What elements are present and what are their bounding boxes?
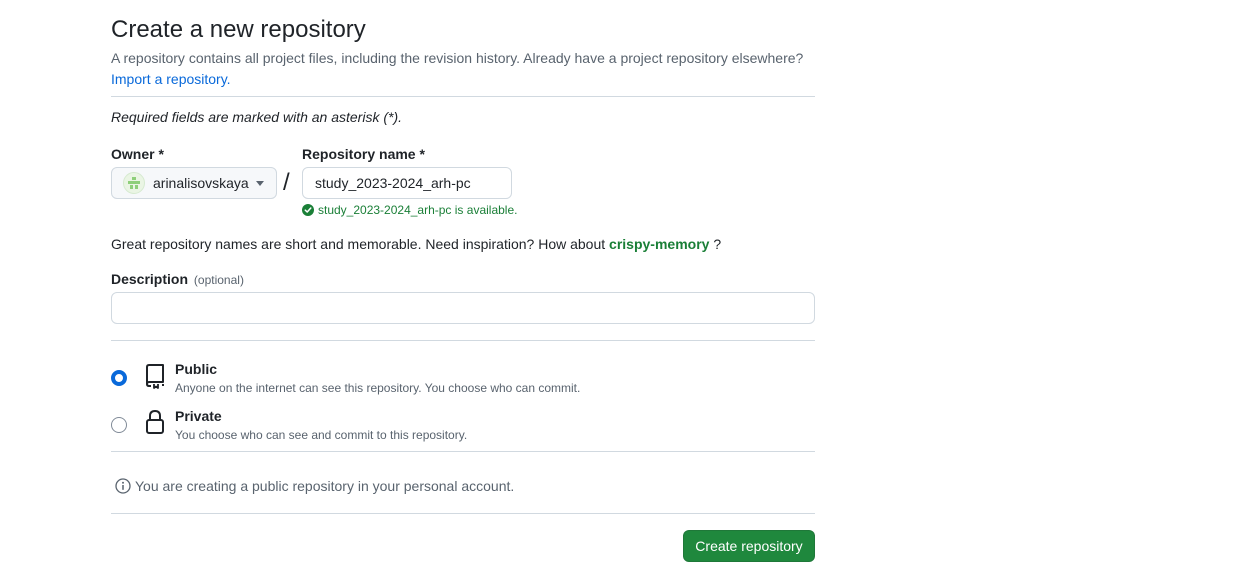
check-circle-icon xyxy=(302,204,314,216)
inspiration-prefix: Great repository names are short and mem… xyxy=(111,236,606,252)
availability-message: study_2023-2024_arh-pc is available. xyxy=(302,203,517,217)
description-input[interactable] xyxy=(111,292,815,324)
visibility-info: You are creating a public repository in … xyxy=(115,478,514,494)
suggested-name-link[interactable]: crispy-memory xyxy=(609,236,709,252)
subtitle-text: A repository contains all project files,… xyxy=(111,50,804,66)
import-repository-link[interactable]: Import a repository. xyxy=(111,71,231,87)
inspiration-suffix: ? xyxy=(713,236,722,252)
private-description: You choose who can see and commit to thi… xyxy=(175,428,468,442)
avatar xyxy=(123,172,145,194)
divider xyxy=(111,451,815,452)
repo-icon xyxy=(144,363,166,394)
lock-icon xyxy=(145,409,165,440)
owner-repo-separator: / xyxy=(283,169,290,196)
page-subtitle: A repository contains all project files,… xyxy=(111,48,821,90)
private-title: Private xyxy=(175,408,222,424)
divider xyxy=(111,513,815,514)
info-text: You are creating a public repository in … xyxy=(135,478,515,494)
inspiration-text: Great repository names are short and mem… xyxy=(111,234,721,254)
page-title: Create a new repository xyxy=(111,16,366,43)
public-radio[interactable] xyxy=(111,370,127,386)
owner-name: arinalisovskaya xyxy=(153,175,249,191)
chevron-down-icon xyxy=(256,181,264,186)
public-description: Anyone on the internet can see this repo… xyxy=(175,381,581,395)
info-icon xyxy=(115,478,131,494)
create-repo-page: Create a new repository A repository con… xyxy=(0,0,1250,573)
divider xyxy=(111,340,815,341)
description-label-text: Description xyxy=(111,271,189,287)
identicon-icon xyxy=(128,177,140,189)
public-title: Public xyxy=(175,361,218,377)
optional-tag: (optional) xyxy=(193,273,244,287)
owner-dropdown[interactable]: arinalisovskaya xyxy=(111,167,277,199)
repo-name-input[interactable] xyxy=(302,167,512,199)
divider xyxy=(111,96,815,97)
required-fields-note: Required fields are marked with an aster… xyxy=(111,109,403,125)
availability-text: study_2023-2024_arh-pc is available. xyxy=(318,203,518,217)
owner-label: Owner * xyxy=(111,146,164,162)
description-label: Description (optional) xyxy=(111,269,244,290)
create-repository-button[interactable]: Create repository xyxy=(683,530,815,562)
private-radio[interactable] xyxy=(111,417,127,433)
repo-name-label: Repository name * xyxy=(302,146,425,162)
